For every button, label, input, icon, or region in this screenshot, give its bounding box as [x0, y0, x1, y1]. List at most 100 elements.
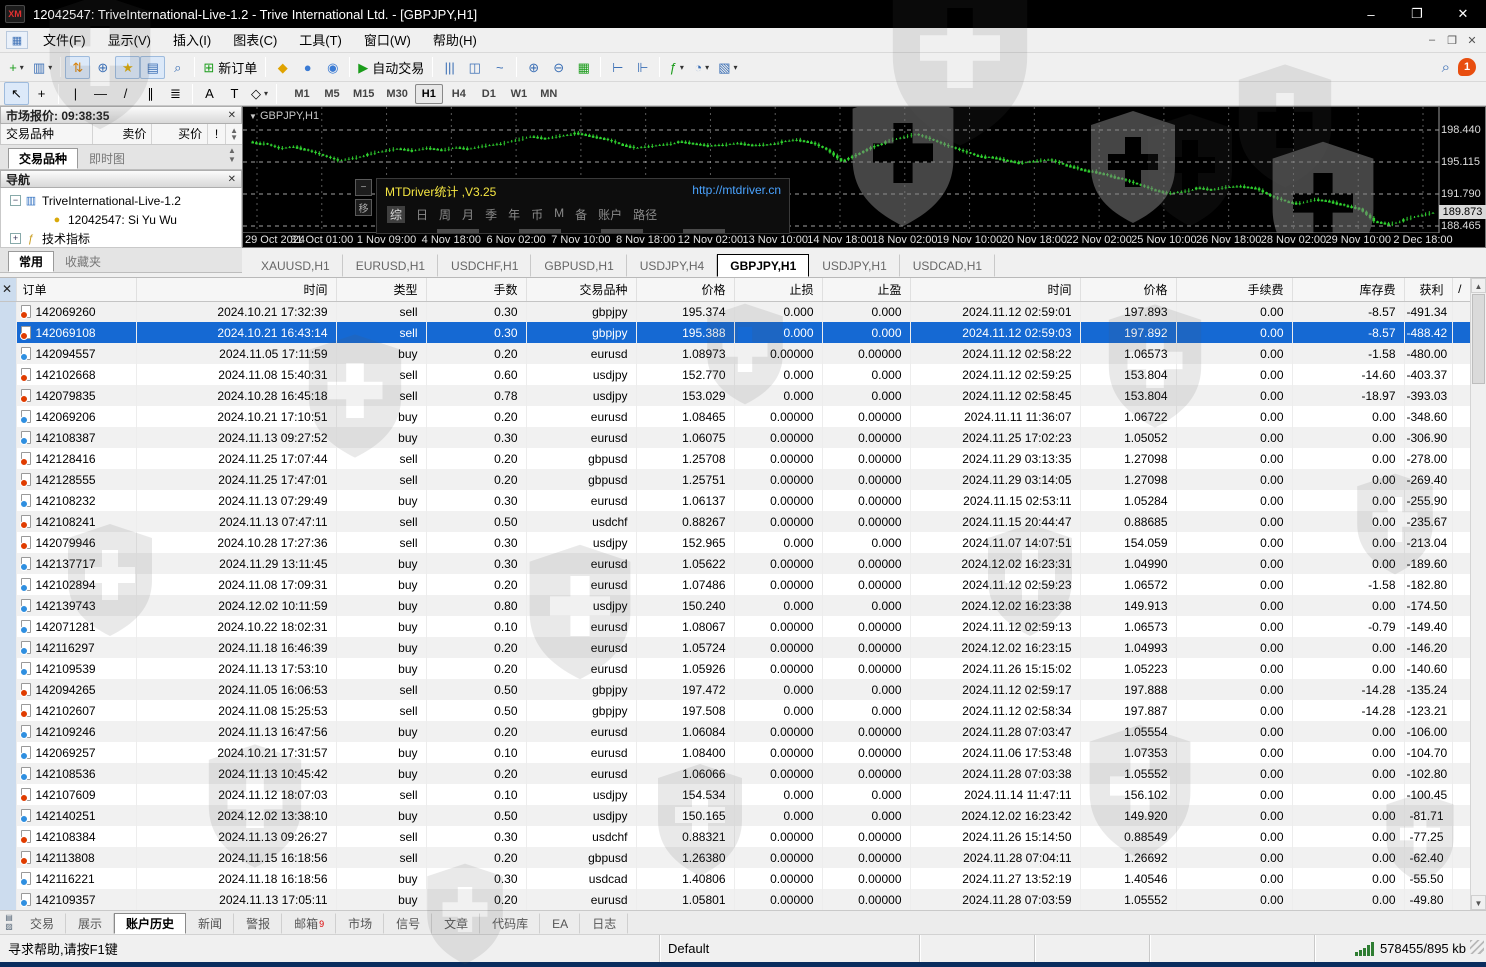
mtdriver-menu-币[interactable]: 币 — [531, 206, 543, 223]
column-header-9[interactable]: 价格 — [1080, 278, 1176, 301]
order-row[interactable]: 1421162972024.11.18 16:46:39buy0.20eurus… — [0, 637, 1470, 658]
terminal-tab-邮箱[interactable]: 邮箱9 — [282, 913, 336, 934]
order-row[interactable]: 1421076092024.11.12 18:07:03sell0.10usdj… — [0, 784, 1470, 805]
templates-button[interactable]: ▧▾ — [714, 56, 741, 79]
mw-col-ask[interactable]: 买价 — [152, 124, 208, 144]
menu-item-6[interactable]: 帮助(H) — [422, 28, 488, 53]
column-header-3[interactable]: 手数 — [426, 278, 526, 301]
notifications-icon[interactable]: 1 — [1458, 58, 1476, 76]
order-row[interactable]: 1421028942024.11.08 17:09:31buy0.20eurus… — [0, 574, 1470, 595]
mtdriver-link[interactable]: http://mtdriver.cn — [692, 183, 781, 200]
mtdriver-menu-月[interactable]: 月 — [462, 206, 474, 223]
order-row[interactable]: 1420712812024.10.22 18:02:31buy0.10eurus… — [0, 616, 1470, 637]
close-button[interactable]: ✕ — [1440, 0, 1486, 28]
market-watch-close-icon[interactable]: ✕ — [228, 110, 236, 121]
column-header-6[interactable]: 止损 — [734, 278, 822, 301]
column-header-sort[interactable]: / — [1452, 278, 1470, 301]
terminal-tab-代码库[interactable]: 代码库 — [480, 913, 540, 934]
terminal-tab-EA[interactable]: EA — [540, 913, 580, 934]
terminal-tab-市场[interactable]: 市场 — [336, 913, 384, 934]
column-header-4[interactable]: 交易品种 — [526, 278, 636, 301]
terminal-tab-账户历史[interactable]: 账户历史 — [114, 913, 186, 934]
maximize-button[interactable]: ❐ — [1394, 0, 1440, 28]
timeframe-mn-button[interactable]: MN — [535, 84, 563, 104]
nav-tab-common[interactable]: 常用 — [8, 251, 54, 272]
column-header-12[interactable]: 获利 — [1404, 278, 1452, 301]
dropdown-arrow-icon[interactable]: ▾ — [680, 63, 684, 72]
order-row[interactable]: 1420692602024.10.21 17:32:39sell0.30gbpj… — [0, 301, 1470, 322]
column-header-11[interactable]: 库存费 — [1292, 278, 1404, 301]
scroll-up-icon[interactable]: ▲ — [1471, 278, 1486, 293]
order-row[interactable]: 1421085362024.11.13 10:45:42buy0.20eurus… — [0, 763, 1470, 784]
indicators-button[interactable]: ƒ▾ — [664, 56, 689, 79]
order-row[interactable]: 1420691082024.10.21 16:43:14sell0.30gbpj… — [0, 322, 1470, 343]
data-window-button[interactable]: ⊕ — [90, 56, 115, 79]
mtdriver-menu-备[interactable]: 备 — [575, 206, 587, 223]
terminal-tab-文章[interactable]: 文章 — [432, 913, 480, 934]
navigator-button[interactable]: ★ — [115, 56, 140, 79]
minimize-button[interactable]: – — [1348, 0, 1394, 28]
periods-button[interactable]: ◔▾ — [689, 56, 714, 79]
dropdown-arrow-icon[interactable]: ▾ — [48, 63, 52, 72]
mw-col-alert[interactable]: ! — [208, 124, 226, 144]
line-chart-button[interactable]: ~ — [487, 56, 512, 79]
order-row[interactable]: 1421397432024.12.02 10:11:59buy0.80usdjp… — [0, 595, 1470, 616]
mw-col-symbol[interactable]: 交易品种 — [1, 124, 93, 144]
chart-canvas[interactable]: ▼ GBPJPY,H1 198.440195.115191.790188.465… — [242, 106, 1486, 248]
market-watch-button[interactable]: ⇅ — [65, 56, 90, 79]
terminal-close-icon[interactable]: ✕ — [0, 278, 16, 301]
mw-col-bid[interactable]: 卖价 — [93, 124, 153, 144]
menu-item-4[interactable]: 工具(T) — [288, 28, 353, 53]
mtdriver-menu-路径[interactable]: 路径 — [633, 206, 657, 223]
expand-icon[interactable]: + — [10, 233, 21, 244]
terminal-tab-交易[interactable]: 交易 — [18, 913, 66, 934]
order-row[interactable]: 1421082322024.11.13 07:29:49buy0.30eurus… — [0, 490, 1470, 511]
timeframe-h1-button[interactable]: H1 — [415, 84, 443, 104]
terminal-tab-日志[interactable]: 日志 — [580, 913, 628, 934]
mtdriver-menu-综[interactable]: 综 — [387, 206, 405, 223]
menu-item-0[interactable]: 文件(F) — [32, 28, 97, 53]
order-row[interactable]: 1421026072024.11.08 15:25:53sell0.50gbpj… — [0, 700, 1470, 721]
crosshair-button[interactable]: + — [29, 82, 54, 105]
child-minimize-button[interactable]: – — [1422, 31, 1442, 49]
order-row[interactable]: 1421138082024.11.15 16:18:56sell0.20gbpu… — [0, 847, 1470, 868]
column-header-0[interactable]: 订单 — [16, 278, 136, 301]
chart-tab-eurusd-h1[interactable]: EURUSD,H1 — [343, 254, 438, 277]
timeframe-m15-button[interactable]: M15 — [348, 84, 379, 104]
timeframe-d1-button[interactable]: D1 — [475, 84, 503, 104]
scrollbar-thumb[interactable] — [1472, 294, 1485, 384]
column-header-2[interactable]: 类型 — [336, 278, 426, 301]
bar-chart-button[interactable]: ||| — [437, 56, 462, 79]
mtdriver-menu-日[interactable]: 日 — [416, 206, 428, 223]
order-row[interactable]: 1421402512024.12.02 13:38:10buy0.50usdjp… — [0, 805, 1470, 826]
dropdown-arrow-icon[interactable]: ▾ — [705, 63, 709, 72]
vertical-line-button[interactable]: | — [63, 82, 88, 105]
timeframe-m5-button[interactable]: M5 — [318, 84, 346, 104]
dropdown-arrow-icon[interactable]: ▾ — [734, 63, 738, 72]
order-row[interactable]: 1420945572024.11.05 17:11:59buy0.20eurus… — [0, 343, 1470, 364]
navigator-node-2[interactable]: +ƒ技术指标 — [1, 229, 241, 248]
order-row[interactable]: 1421082412024.11.13 07:47:11sell0.50usdc… — [0, 511, 1470, 532]
terminal-tab-信号[interactable]: 信号 — [384, 913, 432, 934]
table-scrollbar[interactable]: ▲ ▼ — [1470, 278, 1486, 911]
terminal-tab-展示[interactable]: 展示 — [66, 913, 114, 934]
signals-button[interactable]: ◉ — [320, 56, 345, 79]
timeframe-m30-button[interactable]: M30 — [381, 84, 412, 104]
terminal-button[interactable]: ▤ — [140, 56, 165, 79]
new-chart-button[interactable]: +▾ — [4, 56, 29, 79]
shapes-button[interactable]: ◇▾ — [247, 82, 272, 105]
community-button[interactable]: ● — [295, 56, 320, 79]
autotrading-button[interactable]: ▶自动交易 — [354, 56, 428, 79]
timeframe-m1-button[interactable]: M1 — [288, 84, 316, 104]
trendline-button[interactable]: / — [113, 82, 138, 105]
order-row[interactable]: 1421092462024.11.13 16:47:56buy0.20eurus… — [0, 721, 1470, 742]
order-row[interactable]: 1421026682024.11.08 15:40:31sell0.60usdj… — [0, 364, 1470, 385]
search-icon[interactable]: ⌕ — [1442, 59, 1450, 76]
navigator-scroll-arrows[interactable]: ▲▼ — [225, 146, 239, 164]
zoom-out-button[interactable]: ⊖ — [546, 56, 571, 79]
navigator-node-1[interactable]: ●12042547: Si Yu Wu — [1, 210, 241, 229]
mtdriver-move-button[interactable]: 移 — [355, 199, 372, 216]
order-row[interactable]: 1420692062024.10.21 17:10:51buy0.20eurus… — [0, 406, 1470, 427]
chart-tab-usdjpy-h1[interactable]: USDJPY,H1 — [809, 254, 899, 277]
channel-button[interactable]: ∥ — [138, 82, 163, 105]
